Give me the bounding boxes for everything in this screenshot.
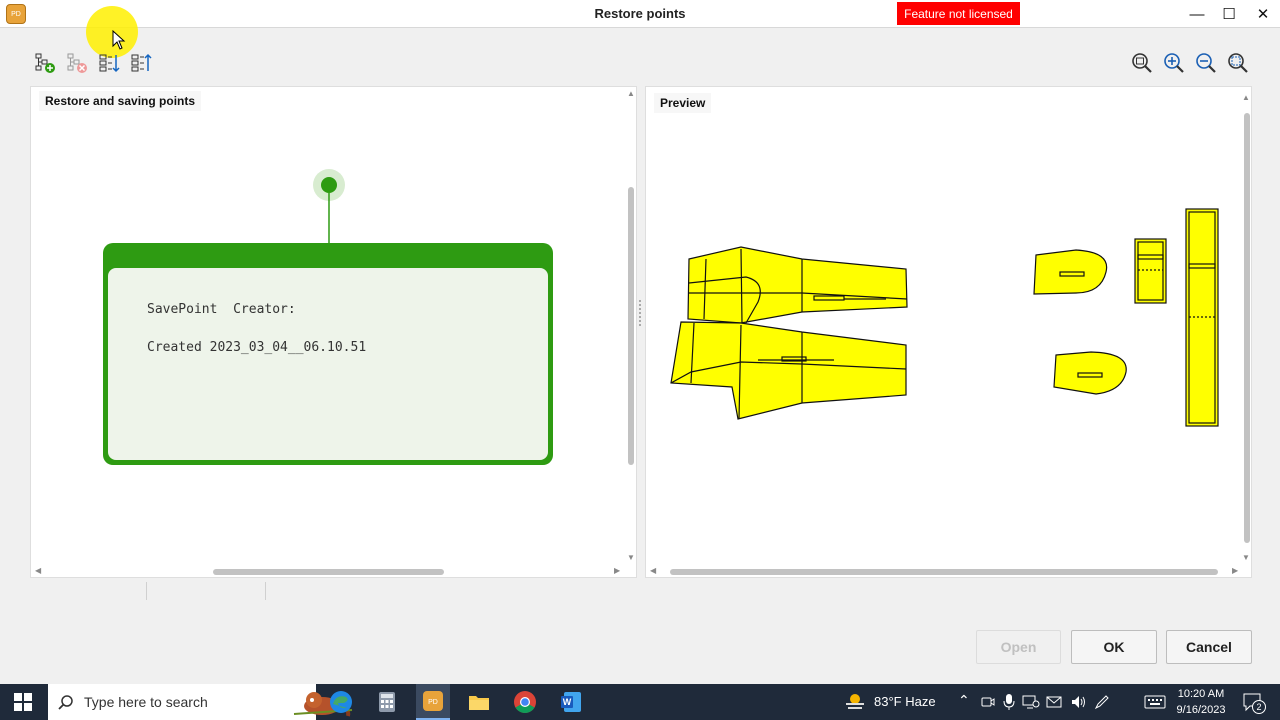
preview-scroll-down-arrow[interactable]: ▼ [1242, 553, 1250, 562]
cancel-button[interactable]: Cancel [1166, 630, 1252, 664]
svg-text:PD: PD [428, 699, 438, 706]
zoom-out-icon[interactable] [1195, 52, 1217, 74]
scroll-down-arrow[interactable]: ▼ [627, 553, 635, 562]
preview-scroll-right-arrow[interactable]: ▶ [1232, 566, 1238, 575]
expand-tree-icon[interactable] [98, 52, 120, 74]
tray-overflow-icon[interactable]: ⌃ [958, 692, 970, 709]
edge-icon[interactable] [328, 689, 354, 715]
pd-app-taskbar-button[interactable]: PD [416, 684, 450, 720]
taskbar-clock[interactable]: 10:20 AM 9/16/2023 [1172, 686, 1230, 718]
file-explorer-icon[interactable] [466, 689, 492, 715]
volume-icon[interactable] [1070, 694, 1088, 710]
delete-savepoint-icon[interactable] [66, 52, 88, 74]
taskbar-search-box[interactable]: Type here to search [48, 684, 353, 720]
taskbar: Type here to search PD W 83°F Haze ⌃ 10:… [0, 684, 1280, 720]
window-title: Restore points [594, 6, 686, 21]
savepoint-node[interactable] [321, 177, 337, 193]
savepoint-created: Created 2023_03_04__06.10.51 [147, 340, 367, 355]
horizontal-scrollbar[interactable] [213, 569, 444, 575]
zoom-area-icon[interactable] [1227, 52, 1249, 74]
savepoint-tree [103, 169, 553, 465]
title-bar: PD Restore points Feature not licensed —… [0, 0, 1280, 28]
pattern-back-piece[interactable] [687, 246, 908, 324]
network-icon[interactable] [1022, 694, 1040, 710]
mouse-pointer-icon [112, 30, 126, 50]
calculator-icon[interactable] [374, 689, 400, 715]
weather-text[interactable]: 83°F Haze [874, 694, 936, 709]
search-icon [58, 695, 73, 710]
preview-panel: Preview ▲ ▼ ◀ ▶ [645, 86, 1252, 578]
close-button[interactable]: ✕ [1246, 0, 1280, 28]
savepoint-creator: SavePoint Creator: [147, 302, 296, 317]
pen-icon[interactable] [1094, 694, 1110, 710]
svg-text:W: W [563, 697, 572, 707]
chrome-icon[interactable] [512, 689, 538, 715]
add-savepoint-icon[interactable] [34, 52, 56, 74]
pattern-fly-piece[interactable] [1134, 238, 1167, 304]
savepoint-card-body [108, 268, 548, 460]
notification-count-badge: 2 [1252, 700, 1266, 714]
microphone-icon[interactable] [1002, 693, 1016, 711]
search-placeholder: Type here to search [84, 694, 208, 710]
word-icon[interactable]: W [558, 689, 584, 715]
clock-date: 9/16/2023 [1176, 704, 1226, 716]
meet-now-icon[interactable] [980, 694, 996, 710]
ok-button[interactable]: OK [1071, 630, 1157, 664]
status-divider [265, 582, 266, 600]
maximize-button[interactable]: ☐ [1212, 0, 1246, 28]
pd-app-icon: PD [423, 691, 443, 711]
mail-notification-icon[interactable] [1046, 694, 1064, 710]
weather-haze-icon[interactable] [844, 692, 866, 712]
open-button[interactable]: Open [976, 630, 1061, 664]
panel-splitter[interactable] [639, 300, 643, 326]
windows-start-icon[interactable] [14, 693, 32, 711]
minimize-button[interactable]: — [1180, 0, 1214, 28]
preview-scroll-left-arrow[interactable]: ◀ [650, 566, 656, 575]
restore-points-panel: Restore and saving points SavePoint Crea… [30, 86, 637, 578]
touch-keyboard-icon[interactable] [1144, 695, 1166, 709]
vertical-scrollbar[interactable] [628, 187, 634, 465]
scroll-up-arrow[interactable]: ▲ [627, 89, 635, 98]
zoom-fit-icon[interactable] [1131, 52, 1153, 74]
restore-points-window: PD Restore points Feature not licensed —… [0, 0, 1280, 684]
status-divider [146, 582, 147, 600]
license-badge: Feature not licensed [897, 2, 1020, 25]
preview-horizontal-scrollbar[interactable] [670, 569, 1218, 575]
clock-time: 10:20 AM [1177, 688, 1225, 700]
preview-vertical-scrollbar[interactable] [1244, 113, 1250, 543]
zoom-in-icon[interactable] [1163, 52, 1185, 74]
pattern-preview [670, 208, 1219, 427]
pattern-front-piece[interactable] [670, 321, 907, 420]
preview-scroll-up-arrow[interactable]: ▲ [1242, 93, 1250, 102]
scroll-right-arrow[interactable]: ▶ [614, 566, 620, 575]
scroll-left-arrow[interactable]: ◀ [35, 566, 41, 575]
collapse-tree-icon[interactable] [130, 52, 152, 74]
